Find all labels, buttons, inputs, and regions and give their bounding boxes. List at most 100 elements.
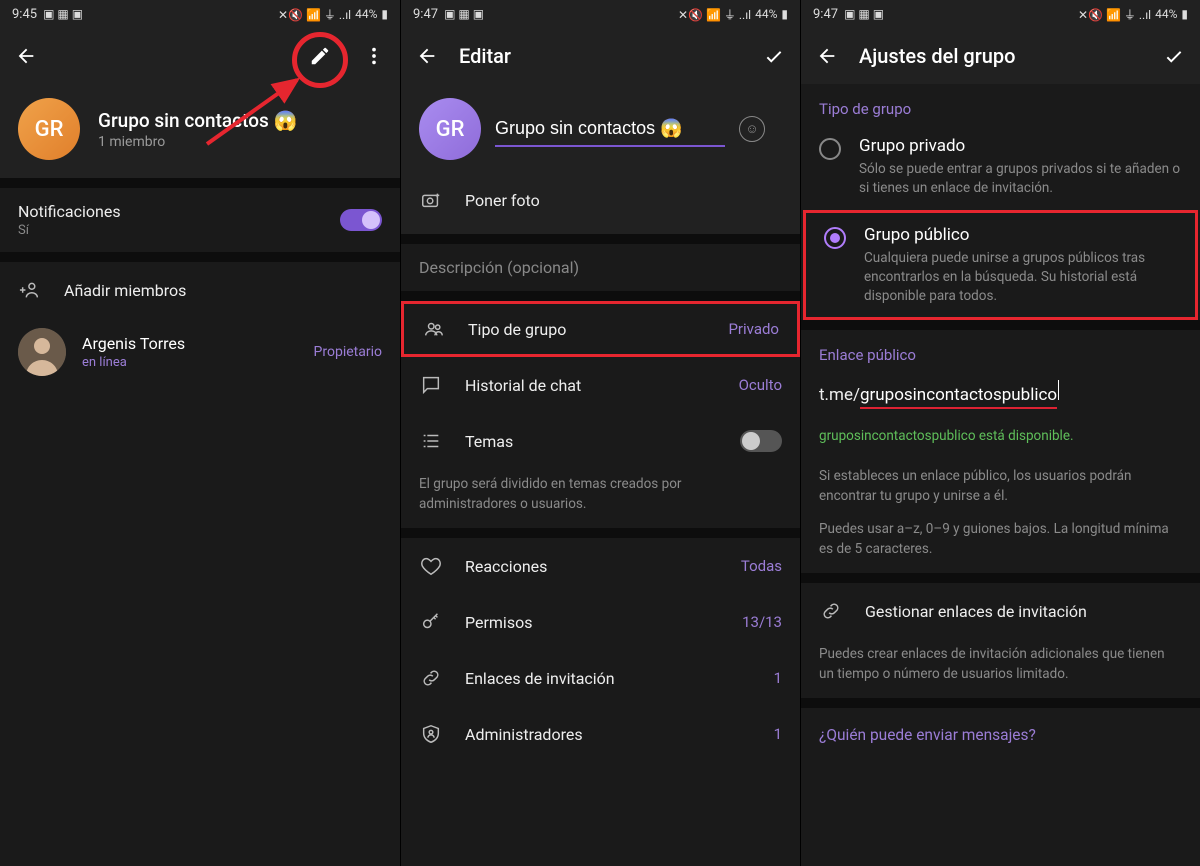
group-avatar[interactable]: GR <box>419 98 481 160</box>
more-icon[interactable] <box>362 44 386 68</box>
invite-links-row[interactable]: Enlaces de invitación 1 <box>401 650 800 706</box>
battery-text: 44% <box>1155 7 1177 21</box>
battery-text: 44% <box>755 7 777 21</box>
radio-private-desc: Sólo se puede entrar a grupos privados s… <box>859 160 1182 198</box>
notifications-label: Notificaciones <box>18 202 318 221</box>
chat-history-label: Historial de chat <box>465 376 717 395</box>
add-members-row[interactable]: Añadir miembros <box>0 262 400 318</box>
camera-plus-icon <box>419 189 443 211</box>
add-members-label: Añadir miembros <box>64 281 382 300</box>
status-bar: 9:47 ▣ ▦ ▣ ✕🔇 📶 ⏚ ..ıl 44% ▮ <box>801 0 1200 28</box>
status-bar: 9:45 ▣ ▦ ▣ ✕🔇 📶 ⏚ ..ıl 44% ▮ <box>0 0 400 28</box>
admins-label: Administradores <box>465 725 752 744</box>
link-icon <box>819 600 843 622</box>
back-icon[interactable] <box>14 44 38 68</box>
check-icon[interactable] <box>762 44 786 68</box>
screen-group-settings: 9:47 ▣ ▦ ▣ ✕🔇 📶 ⏚ ..ıl 44% ▮ Ajustes del… <box>800 0 1200 866</box>
link-prefix: t.me/ <box>819 385 860 405</box>
link-hint-1: Si estableces un enlace público, los usu… <box>801 461 1200 520</box>
link-hint-2: Puedes usar a–z, 0–9 y guiones bajos. La… <box>801 520 1200 573</box>
radio-icon <box>824 227 846 249</box>
radio-public[interactable]: Grupo público Cualquiera puede unirse a … <box>803 210 1198 321</box>
key-icon <box>419 611 443 633</box>
description-input[interactable]: Descripción (opcional) <box>401 244 800 291</box>
who-can-send-section: ¿Quién puede enviar mensajes? <box>801 708 1200 754</box>
status-left-icons: ▣ ▦ ▣ <box>844 7 884 21</box>
themes-hint: El grupo será dividido en temas creados … <box>401 469 800 528</box>
member-status: en línea <box>82 355 298 370</box>
chat-history-row[interactable]: Historial de chat Oculto <box>401 357 800 413</box>
reactions-label: Reacciones <box>465 557 719 576</box>
name-edit-block: GR ☺ <box>401 84 800 178</box>
set-photo-label: Poner foto <box>465 191 782 210</box>
chat-icon <box>419 374 443 396</box>
emoji-icon[interactable]: ☺ <box>739 116 765 142</box>
member-row[interactable]: Argenis Torres en línea Propietario <box>0 318 400 386</box>
group-name: Grupo sin contactos 😱 <box>98 109 297 132</box>
group-avatar[interactable]: GR <box>18 98 80 160</box>
manage-invite-links-label: Gestionar enlaces de invitación <box>865 602 1182 621</box>
member-name: Argenis Torres <box>82 334 298 353</box>
heart-icon <box>419 555 443 577</box>
status-right-icons: ✕🔇 📶 ⏚ ..ıl 44% ▮ <box>1078 6 1188 23</box>
member-count: 1 miembro <box>98 134 297 150</box>
page-title: Ajustes del grupo <box>859 44 1142 68</box>
radio-public-label: Grupo público <box>864 225 1177 245</box>
status-right-icons: ✕🔇 📶 ⏚ ..ıl 44% ▮ <box>278 6 388 23</box>
link-icon <box>419 667 443 689</box>
themes-row[interactable]: Temas <box>401 413 800 469</box>
chat-history-value: Oculto <box>739 376 782 394</box>
status-right-icons: ✕🔇 📶 ⏚ ..ıl 44% ▮ <box>678 6 788 23</box>
permissions-label: Permisos <box>465 613 720 632</box>
notifications-value: Sí <box>18 223 318 238</box>
header: Editar <box>401 28 800 84</box>
shield-icon <box>419 723 443 745</box>
section-group-type: Tipo de grupo <box>801 84 1200 124</box>
status-bar: 9:47 ▣ ▦ ▣ ✕🔇 📶 ⏚ ..ıl 44% ▮ <box>401 0 800 28</box>
battery-text: 44% <box>355 7 377 21</box>
status-left-icons: ▣ ▦ ▣ <box>43 7 83 21</box>
back-icon[interactable] <box>815 44 839 68</box>
radio-public-desc: Cualquiera puede unirse a grupos público… <box>864 249 1177 306</box>
group-type-label: Tipo de grupo <box>468 320 706 339</box>
clock: 9:47 <box>813 7 838 22</box>
check-icon[interactable] <box>1162 44 1186 68</box>
permissions-row[interactable]: Permisos 13/13 <box>401 594 800 650</box>
member-role: Propietario <box>314 344 382 360</box>
set-photo-row[interactable]: Poner foto <box>401 178 800 234</box>
back-icon[interactable] <box>415 44 439 68</box>
invite-links-label: Enlaces de invitación <box>465 669 752 688</box>
public-link-input[interactable]: t.me/gruposincontactospublico <box>801 370 1200 409</box>
admins-value: 1 <box>774 725 782 743</box>
group-icon <box>422 318 446 340</box>
member-avatar <box>18 328 66 376</box>
admins-row[interactable]: Administradores 1 <box>401 706 800 762</box>
manage-invite-links-row[interactable]: Gestionar enlaces de invitación <box>801 583 1200 639</box>
list-icon <box>419 430 443 452</box>
reactions-row[interactable]: Reacciones Todas <box>401 538 800 594</box>
status-left-icons: ▣ ▦ ▣ <box>444 7 484 21</box>
link-available: gruposincontactospublico está disponible… <box>801 409 1200 461</box>
section-public-link: Enlace público <box>801 330 1200 370</box>
clock: 9:47 <box>413 7 438 22</box>
group-type-row[interactable]: Tipo de grupo Privado <box>401 301 800 357</box>
notifications-row[interactable]: Notificaciones Sí <box>0 188 400 252</box>
radio-private[interactable]: Grupo privado Sólo se puede entrar a gru… <box>801 124 1200 210</box>
group-header: GR Grupo sin contactos 😱 1 miembro <box>0 84 400 178</box>
group-name-input[interactable] <box>495 112 725 147</box>
clock: 9:45 <box>12 7 37 22</box>
manage-invite-hint: Puedes crear enlaces de invitación adici… <box>801 639 1200 698</box>
themes-label: Temas <box>465 432 718 451</box>
group-type-value: Privado <box>728 320 779 338</box>
radio-private-label: Grupo privado <box>859 136 1182 156</box>
header: Ajustes del grupo <box>801 28 1200 84</box>
page-title: Editar <box>459 44 742 68</box>
radio-icon <box>819 138 841 160</box>
notifications-toggle[interactable] <box>340 209 382 231</box>
invite-links-value: 1 <box>774 669 782 687</box>
reactions-value: Todas <box>741 557 782 575</box>
permissions-value: 13/13 <box>742 613 782 631</box>
link-value: gruposincontactospublico <box>860 385 1057 409</box>
themes-toggle[interactable] <box>740 430 782 452</box>
screen-edit-group: 9:47 ▣ ▦ ▣ ✕🔇 📶 ⏚ ..ıl 44% ▮ Editar GR ☺… <box>400 0 800 866</box>
